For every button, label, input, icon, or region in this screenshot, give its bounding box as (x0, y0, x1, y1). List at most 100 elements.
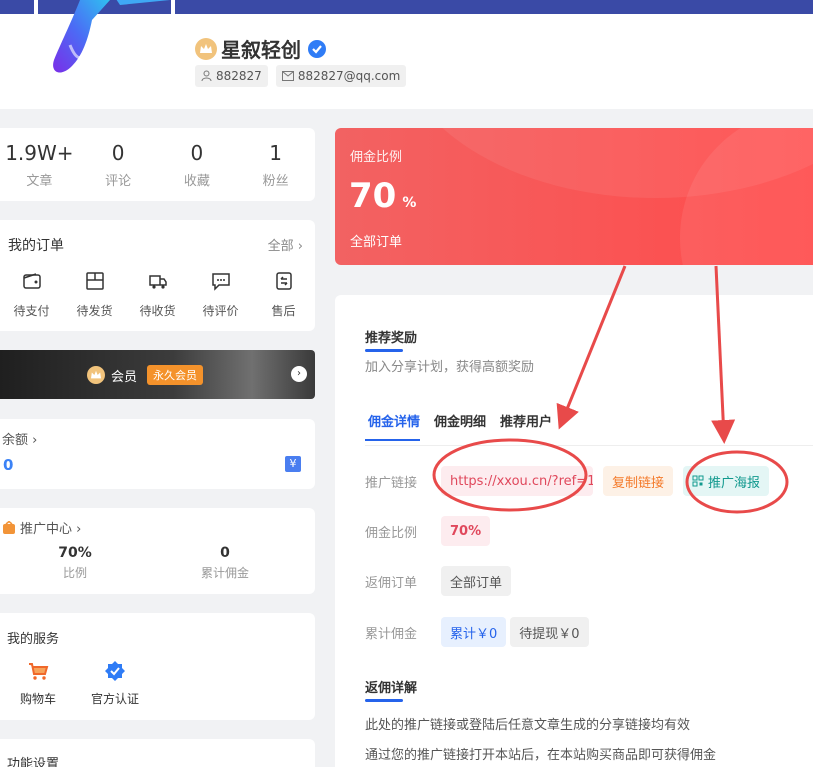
commission-subtitle: 全部订单 (350, 235, 403, 250)
banner-divider (171, 0, 175, 14)
copy-link-button[interactable]: 复制链接 (603, 466, 674, 496)
promo-center-card: 推广中心 › 70% 比例 0 累计佣金 (0, 508, 315, 594)
stat-label: 收藏 (183, 174, 210, 189)
email: 882827@qq.com (297, 69, 401, 83)
order-label: 待发货 (76, 304, 113, 318)
stat-value: 0 (111, 141, 125, 165)
poster-button[interactable]: 推广海报 (683, 466, 770, 496)
qrcode-icon (692, 475, 704, 487)
service-label: 官方认证 (90, 692, 139, 706)
yen-icon: ¥ (285, 456, 301, 472)
user-id: 882827 (216, 69, 262, 83)
services-title: 我的服务 (7, 632, 60, 647)
detail-title: 返佣详解 (365, 677, 417, 702)
service-verification[interactable]: 官方认证 (85, 660, 145, 707)
stat-value: 1.9W+ (5, 141, 74, 165)
stat-value: 1 (269, 141, 282, 165)
avatar[interactable] (40, 0, 170, 90)
cart-icon (29, 663, 49, 680)
settings-card: 功能设置 (0, 739, 315, 767)
order-after-sales[interactable]: 售后 (252, 270, 315, 319)
balance-value: 0 (3, 456, 14, 474)
total-commission-value: 累计￥0 (441, 617, 507, 647)
section-subtitle: 加入分享计划，获得高额奖励 (365, 360, 535, 375)
detail-line: 此处的推广链接或登陆后任意文章生成的分享链接均有效 (365, 718, 691, 733)
refund-icon (275, 272, 292, 290)
commission-unit: % (402, 195, 417, 211)
commission-title: 佣金比例 (350, 150, 403, 165)
promo-rate-label: 比例 (62, 566, 87, 580)
order-pending-shipment[interactable]: 待发货 (63, 270, 126, 319)
total-commission-row: 累计佣金 累计￥0 待提现￥0 (365, 617, 599, 647)
stat-favorites[interactable]: 0 收藏 (158, 128, 237, 201)
stat-articles[interactable]: 1.9W+ 文章 (0, 128, 79, 201)
detail-line: 通过您的推广链接打开本站后，在本站购买商品即可获得佣金 (365, 748, 717, 763)
promo-center-link[interactable]: 推广中心 › (2, 518, 81, 537)
order-pending-review[interactable]: 待评价 (189, 270, 252, 319)
stat-label: 文章 (26, 174, 53, 189)
order-label: 待收货 (139, 304, 176, 318)
promo-total: 0 累计佣金 (150, 545, 300, 581)
promo-icon (3, 520, 15, 534)
verified-icon (105, 661, 125, 681)
orders-all-link[interactable]: 全部 › (268, 235, 303, 254)
stat-value: 0 (190, 141, 204, 165)
email-chip: 882827@qq.com (275, 65, 407, 87)
stat-comments[interactable]: 0 评论 (79, 128, 158, 201)
package-icon (85, 272, 104, 290)
rebate-orders-value: 全部订单 (441, 566, 512, 596)
order-label: 售后 (271, 304, 296, 318)
services-card: 我的服务 购物车 官方认证 (0, 613, 315, 720)
user-icon (201, 70, 212, 82)
promo-title: 推广中心 › (20, 522, 82, 537)
pending-withdrawal-value: 待提现￥0 (510, 617, 589, 647)
banner-divider (34, 0, 38, 14)
stat-label: 粉丝 (262, 174, 289, 189)
settings-title: 功能设置 (7, 757, 60, 767)
service-cart[interactable]: 购物车 (8, 660, 68, 707)
commission-value-group: 70% (349, 176, 416, 216)
promo-rate-value: 70% (58, 545, 92, 561)
order-pending-payment[interactable]: 待支付 (0, 270, 63, 319)
commission-card: 佣金比例 70% 全部订单 (335, 128, 813, 265)
poster-button-label: 推广海报 (708, 475, 761, 491)
order-label: 待评价 (202, 304, 239, 318)
service-label: 购物车 (19, 692, 56, 706)
row-label: 推广链接 (365, 475, 418, 491)
balance-card: 余额 › 0 ¥ (0, 419, 315, 489)
tab-divider (365, 445, 813, 446)
wallet-icon (22, 273, 41, 289)
stat-label: 评论 (105, 174, 132, 189)
truck-icon (148, 275, 167, 289)
vip-badge: 永久会员 (147, 365, 204, 385)
username: 星叙轻创 (221, 38, 301, 62)
orders-card: 我的订单 全部 › 待支付 待发货 待收货 待评价 售后 (0, 220, 315, 331)
tab-commission-records[interactable]: 佣金明细 (431, 411, 489, 430)
promo-total-label: 累计佣金 (200, 566, 249, 580)
vip-label: 会员 (111, 369, 138, 385)
promo-rate: 70% 比例 (0, 545, 150, 581)
stat-followers[interactable]: 1 粉丝 (236, 128, 315, 201)
tab-referred-users[interactable]: 推荐用户 (497, 411, 555, 430)
row-label: 返佣订单 (365, 575, 418, 591)
balance-title[interactable]: 余额 › (2, 429, 37, 448)
crown-icon (87, 366, 105, 384)
order-pending-receipt[interactable]: 待收货 (126, 270, 189, 319)
commission-rate-row: 佣金比例 70% (365, 516, 500, 546)
active-tab-indicator (365, 439, 420, 441)
mail-icon (281, 71, 294, 81)
stats-card: 1.9W+ 文章 0 评论 0 收藏 1 粉丝 (0, 128, 315, 201)
user-id-chip: 882827 (195, 65, 268, 87)
commission-value: 70 (349, 176, 397, 216)
referral-link-value[interactable]: https://xxou.cn/?ref=1 (441, 466, 593, 496)
comment-icon (211, 273, 230, 291)
referral-link-row: 推广链接 https://xxou.cn/?ref=1 复制链接 推广海报 (365, 466, 779, 496)
orders-title: 我的订单 (8, 238, 64, 254)
referral-panel: 推荐奖励 加入分享计划，获得高额奖励 佣金详情 佣金明细 推荐用户 推广链接 h… (335, 295, 813, 767)
tab-commission-details[interactable]: 佣金详情 (365, 411, 423, 430)
section-title: 推荐奖励 (365, 327, 417, 352)
vip-banner[interactable]: 会员 永久会员 › (0, 350, 315, 399)
order-label: 待支付 (13, 304, 50, 318)
promo-total-value: 0 (220, 545, 230, 561)
chevron-right-icon[interactable]: › (291, 366, 307, 382)
